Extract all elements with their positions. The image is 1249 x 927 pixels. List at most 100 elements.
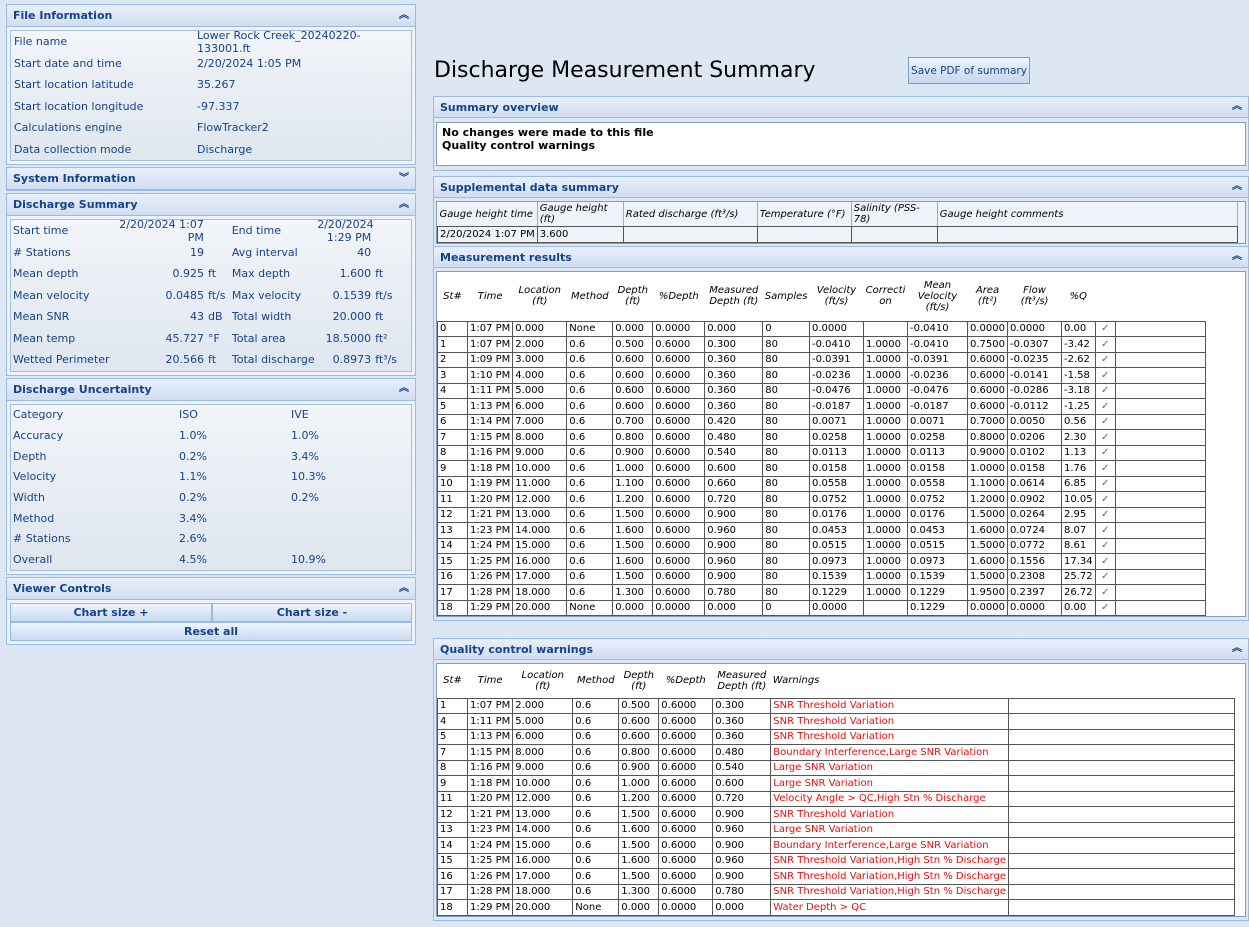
chart-size-plus-button[interactable]: Chart size + (10, 603, 212, 622)
collapse-icon[interactable]: ︽ (1232, 182, 1242, 192)
table-cell: 0.6 (572, 806, 620, 823)
table-cell: -0.0286 (1007, 382, 1063, 399)
discharge-summary-row: Mean SNR 43 dB Total width 20.000 ft (11, 306, 411, 328)
summary-cell: 40 (357, 245, 372, 259)
viewer-controls-header[interactable]: Viewer Controls ︽ (7, 578, 415, 600)
table-cell: 0.0000 (1007, 320, 1063, 337)
table-cell: 4.000 (512, 367, 568, 384)
table-cell: 0.0071 (809, 413, 865, 430)
quality-control-header[interactable]: Quality control warnings ︽ (434, 639, 1248, 660)
table-cell: 18 (437, 599, 468, 616)
table-cell: 1:28 PM (466, 883, 514, 900)
panel-title: Measurement results (440, 250, 572, 264)
system-information-header[interactable]: System Information ︾ (7, 168, 415, 190)
measurement-results-header[interactable]: Measurement results ︽ (434, 247, 1248, 268)
file-information-header[interactable]: File Information ︽ (7, 5, 415, 27)
table-cell: 0.0113 (907, 444, 969, 461)
panel-title: File Information (13, 9, 113, 22)
discharge-summary-header[interactable]: Discharge Summary ︽ (7, 194, 415, 216)
check-icon: ✓ (1094, 444, 1116, 461)
table-cell: 1:09 PM (466, 351, 514, 368)
table-cell: -3.18 (1061, 382, 1096, 399)
column-header: Samples (762, 272, 810, 322)
column-header-blank (1008, 664, 1235, 699)
table-cell: 1.2000 (967, 491, 1009, 508)
summary-cell: Mean depth (13, 267, 79, 281)
table-cell: 1.500 (618, 837, 660, 854)
table-cell: 2.000 (512, 697, 574, 714)
collapse-icon[interactable]: ︽ (399, 583, 409, 594)
expand-icon[interactable]: ︾ (399, 173, 409, 184)
table-cell: 80 (762, 382, 811, 399)
measurement-results-panel: Measurement results ︽ St# Time Location (ft… (433, 246, 1249, 621)
check-icon: ✓ (1094, 584, 1116, 601)
reset-all-button[interactable]: Reset all (10, 622, 412, 641)
summary-cell: °F (208, 331, 220, 345)
collapse-icon[interactable]: ︽ (1232, 252, 1242, 262)
table-cell: -0.0476 (907, 382, 969, 399)
summary-cell: Avg interval (231, 245, 298, 259)
table-cell: 1.0000 (863, 413, 909, 430)
table-cell: 0.7000 (967, 413, 1009, 430)
supplemental-data-header[interactable]: Supplemental data summary ︽ (434, 177, 1248, 198)
table-cell: 14 (437, 537, 468, 554)
table-cell: -0.0410 (809, 336, 865, 353)
file-info-value: 35.267 (197, 78, 236, 92)
table-cell: 1.600 (618, 821, 660, 838)
column-header: Gauge height time (437, 202, 538, 227)
collapse-icon[interactable]: ︽ (399, 384, 409, 394)
table-row: 8 1:16 PM 9.000 0.6 0.900 0.6000 0.540 80 0.0113… (437, 444, 1206, 461)
table-cell: 0.720 (712, 790, 772, 807)
table-row: 16 1:26 PM 17.000 0.6 1.500 0.6000 0.900 80 0.15… (437, 568, 1206, 585)
table-cell: 0.1539 (809, 568, 865, 585)
table-cell: 0.900 (712, 868, 772, 885)
table-cell: 0.6 (566, 553, 614, 570)
warning-text: SNR Threshold Variation,High Stn % Disch… (770, 883, 1009, 900)
table-cell-empty (1114, 320, 1206, 337)
collapse-icon[interactable]: ︽ (1232, 644, 1242, 654)
table-cell: 0.6000 (652, 336, 706, 353)
discharge-uncertainty-header[interactable]: Discharge Uncertainty ︽ (7, 378, 415, 401)
table-cell: 6.000 (512, 398, 568, 415)
table-cell: 0.6000 (658, 697, 714, 714)
discharge-summary-row: Start time 2/20/2024 1:07 PM End time 2/20/… (11, 218, 411, 244)
table-cell: 0.6 (572, 821, 620, 838)
table-cell-empty (1007, 775, 1235, 792)
table-cell: 0.800 (612, 429, 654, 446)
column-header-blank (1095, 272, 1116, 322)
table-cell: 0.6000 (652, 351, 706, 368)
table-cell: 14.000 (512, 522, 568, 539)
table-cell: 12 (437, 806, 468, 823)
summary-cell: 43 (190, 310, 205, 324)
table-cell: 8.07 (1061, 522, 1096, 539)
table-cell: 0.300 (704, 336, 764, 353)
table-row: 15 1:25 PM 16.000 0.6 1.600 0.6000 0.960 SNR Th… (437, 852, 1235, 869)
table-cell: 0.000 (512, 320, 568, 337)
check-icon: ✓ (1094, 367, 1116, 384)
table-cell: 1:23 PM (466, 522, 514, 539)
summary-overview-header[interactable]: Summary overview ︽ (434, 97, 1248, 118)
collapse-icon[interactable]: ︽ (399, 10, 409, 21)
table-cell: 80 (762, 460, 811, 477)
table-cell: 0.420 (704, 413, 764, 430)
supplemental-data-panel: Supplemental data summary ︽ Gauge height … (433, 176, 1249, 248)
table-cell-empty (1114, 568, 1206, 585)
collapse-icon[interactable]: ︽ (399, 199, 409, 210)
save-pdf-button[interactable]: Save PDF of summary (908, 57, 1030, 84)
table-cell: 0.480 (712, 744, 772, 761)
table-cell: -0.0410 (907, 336, 969, 353)
table-cell: 0.900 (618, 759, 660, 776)
uncertainty-cell: 3.4% (291, 449, 319, 463)
uncertainty-cell: 0.2% (291, 491, 319, 505)
table-cell: 5.000 (512, 713, 574, 730)
chart-size-minus-button[interactable]: Chart size - (212, 603, 412, 622)
warning-text: Large SNR Variation (770, 821, 1009, 838)
table-cell-empty (1114, 398, 1206, 415)
table-cell: 12.000 (512, 790, 574, 807)
table-row: 7 1:15 PM 8.000 0.6 0.800 0.6000 0.480 80 0.0258… (437, 429, 1206, 446)
table-cell: -0.0476 (809, 382, 865, 399)
collapse-icon[interactable]: ︽ (1232, 102, 1242, 112)
table-cell: 0.6000 (658, 759, 714, 776)
table-cell: 0.6000 (652, 522, 706, 539)
summary-cell: ft (375, 310, 384, 324)
